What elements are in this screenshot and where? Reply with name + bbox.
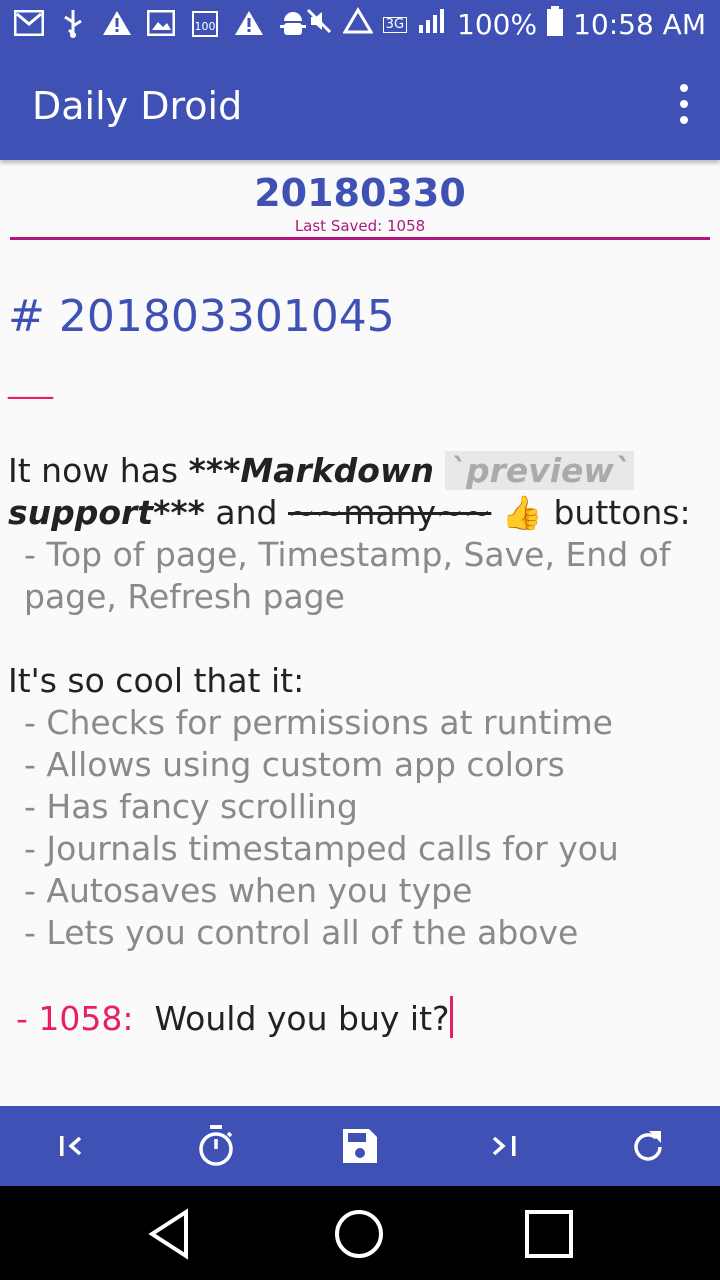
network-type: 3G (382, 16, 408, 33)
alert-icon (102, 8, 132, 38)
timestamp-icon[interactable] (186, 1116, 246, 1176)
last-saved-label: Last Saved: 1058 (294, 217, 426, 235)
thumbs-up-icon: 👍 (491, 493, 554, 532)
markdown-hr: ___ (8, 365, 53, 400)
list-item: - Autosaves when you type (24, 871, 473, 910)
battery-percent: 100% (457, 8, 538, 41)
top-of-page-icon[interactable] (42, 1116, 102, 1176)
save-icon[interactable] (330, 1116, 390, 1176)
clock: 10:58 AM (573, 8, 706, 41)
inline-code: `preview` (445, 451, 635, 490)
svg-text:100: 100 (195, 20, 216, 33)
entry-header: 20180330 Last Saved: 1058 (10, 164, 710, 240)
bold-text: ***Markdown (188, 451, 446, 490)
back-icon[interactable] (144, 1206, 200, 1262)
list-item: - Allows using custom app colors (24, 745, 565, 784)
recents-icon[interactable] (521, 1206, 577, 1262)
text: Would you buy it? (154, 999, 450, 1038)
text: buttons: (553, 493, 691, 532)
entry-date[interactable]: 20180330 (10, 168, 710, 218)
list-item: - Has fancy scrolling (24, 787, 358, 826)
android-debug-icon (278, 8, 308, 38)
end-of-page-icon[interactable] (474, 1116, 534, 1176)
strikethrough-text: ~~many~~ (287, 493, 492, 532)
paragraph-1: It now has ***Markdown `preview` support*… (8, 450, 708, 534)
list-item: - Checks for permissions at runtime (24, 703, 613, 742)
gmail-icon (14, 8, 44, 38)
paragraph-2: It's so cool that it: (8, 661, 305, 700)
system-status: 3G 100% 10:58 AM (305, 6, 706, 43)
system-nav-bar (0, 1186, 720, 1280)
mute-icon (305, 7, 333, 42)
list-item: - Lets you control all of the above (24, 913, 579, 952)
battery-icon (547, 6, 564, 43)
refresh-icon[interactable] (618, 1116, 678, 1176)
journal-editor[interactable]: # 201803301045 ___ It now has ***Markdow… (8, 284, 708, 1040)
app-toolbar: Daily Droid (0, 48, 720, 160)
notification-icons: 100 (14, 8, 308, 38)
markdown-heading: # 201803301045 (8, 291, 395, 342)
alert-triangle-icon (342, 7, 374, 42)
status-bar: 100 3G 100% 10:58 AM (0, 0, 720, 48)
action-bar (0, 1106, 720, 1186)
image-icon (146, 8, 176, 38)
list-item: - Journals timestamped calls for you (24, 829, 619, 868)
bold-text: support*** (8, 493, 205, 532)
home-icon[interactable] (331, 1206, 387, 1262)
signal-icon (417, 7, 447, 42)
text-cursor (449, 996, 453, 1038)
alert-icon (234, 8, 264, 38)
timestamp: - 1058: (16, 999, 134, 1038)
app-title: Daily Droid (32, 84, 243, 128)
usb-icon (58, 8, 88, 38)
more-vert-icon[interactable] (672, 84, 696, 124)
text: It now has (8, 451, 189, 490)
list-item: - Top of page, Timestamp, Save, End of p… (24, 535, 671, 616)
timestamp-line: - 1058: Would you buy it? (8, 996, 708, 1040)
badge-100-icon: 100 (190, 8, 220, 38)
text: and (204, 493, 288, 532)
